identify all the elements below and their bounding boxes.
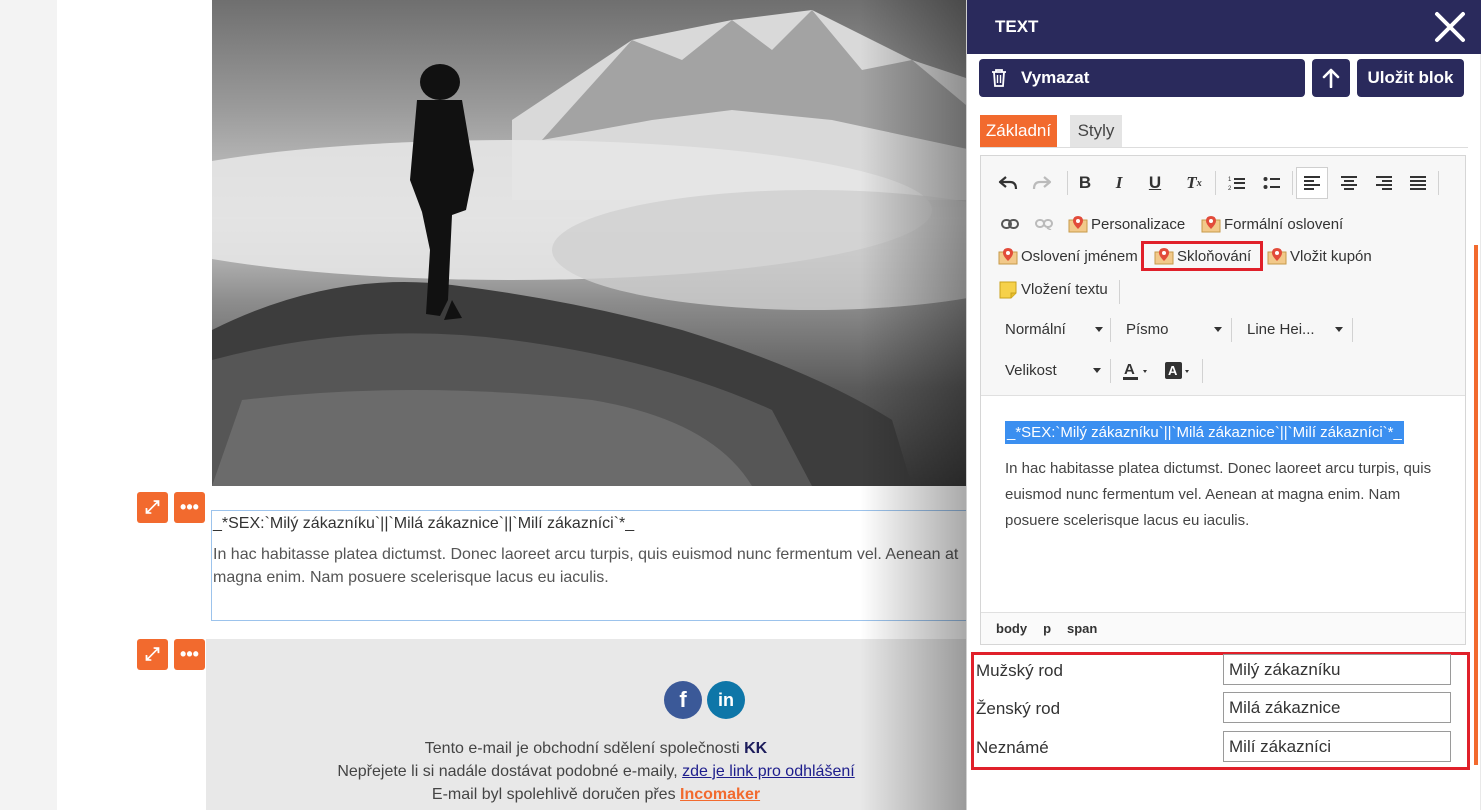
unsubscribe-link[interactable]: zde je link pro odhlášení — [682, 763, 855, 780]
pin-icon — [1267, 246, 1287, 266]
bold-icon[interactable]: B — [1072, 170, 1098, 196]
sticky-note-icon — [998, 279, 1018, 299]
background-color-icon[interactable]: A — [1161, 358, 1197, 384]
female-form-row: Ženský rod — [976, 692, 1456, 726]
toolbar-divider — [1292, 171, 1293, 195]
path-span[interactable]: span — [1067, 621, 1097, 636]
personalization-button[interactable]: Personalizace — [1068, 214, 1185, 234]
svg-text:1: 1 — [1228, 177, 1232, 183]
insert-coupon-button[interactable]: Vložit kupón — [1267, 246, 1372, 266]
tab-styles[interactable]: Styly — [1070, 115, 1122, 147]
footer-block-options-button[interactable]: ••• — [174, 639, 205, 670]
path-p[interactable]: p — [1043, 621, 1051, 636]
arrow-up-icon — [1322, 68, 1340, 88]
linkedin-icon[interactable]: in — [707, 681, 745, 719]
toolbar-divider — [1110, 318, 1111, 342]
toolbar-divider — [1215, 171, 1216, 195]
rich-text-editor: B I U Tx 12 Personalizace Formální oslov… — [980, 155, 1466, 645]
selected-declension-tag[interactable]: _*SEX:`Milý zákazníku`||`Milá zákaznice`… — [1005, 421, 1404, 444]
panel-scrollbar[interactable] — [1474, 245, 1478, 765]
editor-toolbar: B I U Tx 12 Personalizace Formální oslov… — [981, 156, 1465, 396]
toolbar-divider — [1231, 318, 1232, 342]
line-height-select[interactable]: Line Hei... — [1247, 321, 1343, 338]
female-input[interactable] — [1223, 692, 1451, 723]
canvas-gutter — [0, 0, 57, 810]
svg-text:A: A — [1168, 363, 1178, 378]
insert-text-button[interactable]: Vložení textu — [998, 279, 1108, 299]
name-salutation-button[interactable]: Oslovení jménem — [998, 246, 1138, 266]
align-justify-icon[interactable] — [1405, 170, 1431, 196]
move-block-icon[interactable]: ⤢ — [137, 492, 168, 523]
panel-header: TEXT — [967, 0, 1481, 54]
svg-text:2: 2 — [1228, 186, 1232, 191]
bullet-list-icon[interactable] — [1259, 170, 1285, 196]
font-size-select[interactable]: Velikost — [1005, 362, 1101, 379]
editor-paragraph[interactable]: In hac habitasse platea dictumst. Donec … — [1005, 456, 1441, 534]
unknown-label: Neznámé — [976, 738, 1049, 757]
facebook-icon[interactable]: f — [664, 681, 702, 719]
link-icon[interactable] — [997, 211, 1023, 237]
pin-icon — [998, 246, 1018, 266]
pin-icon — [1068, 214, 1088, 234]
female-label: Ženský rod — [976, 699, 1061, 718]
underline-icon[interactable]: U — [1142, 170, 1168, 196]
italic-icon[interactable]: I — [1106, 170, 1132, 196]
element-path-bar: body p span — [981, 612, 1465, 644]
male-label: Mužský rod — [976, 661, 1063, 680]
tab-basic[interactable]: Základní — [980, 115, 1057, 147]
male-form-row: Mužský rod — [976, 654, 1456, 688]
clear-format-icon[interactable]: Tx — [1181, 170, 1207, 196]
incomaker-link[interactable]: Incomaker — [680, 786, 760, 803]
toolbar-divider — [1438, 171, 1439, 195]
move-footer-block-icon[interactable]: ⤢ — [137, 639, 168, 670]
block-options-button[interactable]: ••• — [174, 492, 205, 523]
undo-icon[interactable] — [995, 170, 1021, 196]
tab-divider — [980, 147, 1468, 148]
toolbar-divider — [1202, 359, 1203, 383]
close-icon[interactable] — [1433, 10, 1467, 44]
formal-salutation-button[interactable]: Formální oslovení — [1201, 214, 1343, 234]
unlink-icon[interactable] — [1031, 211, 1057, 237]
save-block-label: Uložit blok — [1367, 68, 1454, 87]
toolbar-divider — [1119, 280, 1120, 304]
delete-button[interactable]: Vymazat — [979, 59, 1305, 97]
toolbar-divider — [1352, 318, 1353, 342]
ordered-list-icon[interactable]: 12 — [1224, 170, 1250, 196]
format-select[interactable]: Normální — [1005, 321, 1103, 338]
text-color-icon[interactable]: A — [1119, 358, 1155, 384]
trash-icon — [992, 69, 1006, 87]
move-up-button[interactable] — [1312, 59, 1350, 97]
panel-shadow — [860, 0, 970, 810]
toolbar-divider — [1067, 171, 1068, 195]
align-right-icon[interactable] — [1371, 170, 1397, 196]
declension-highlight — [1141, 241, 1263, 271]
redo-icon[interactable] — [1029, 170, 1055, 196]
delete-button-label: Vymazat — [1021, 68, 1090, 87]
footer-brand: KK — [744, 740, 768, 757]
pin-icon — [1201, 214, 1221, 234]
panel-title: TEXT — [995, 17, 1039, 36]
male-input[interactable] — [1223, 654, 1451, 685]
path-body[interactable]: body — [996, 621, 1027, 636]
align-left-icon[interactable] — [1296, 167, 1328, 199]
font-select[interactable]: Písmo — [1126, 321, 1222, 338]
align-center-icon[interactable] — [1336, 170, 1362, 196]
hero-image — [212, 0, 972, 486]
editor-content[interactable]: _*SEX:`Milý zákazníku`||`Milá zákaznice`… — [981, 397, 1465, 612]
unknown-input[interactable] — [1223, 731, 1451, 762]
svg-text:A: A — [1124, 361, 1135, 378]
unknown-form-row: Neznámé — [976, 731, 1456, 765]
text-edit-panel: TEXT Vymazat Uložit blok Základní Styly — [966, 0, 1481, 810]
save-block-button[interactable]: Uložit blok — [1357, 59, 1464, 97]
toolbar-divider — [1110, 359, 1111, 383]
